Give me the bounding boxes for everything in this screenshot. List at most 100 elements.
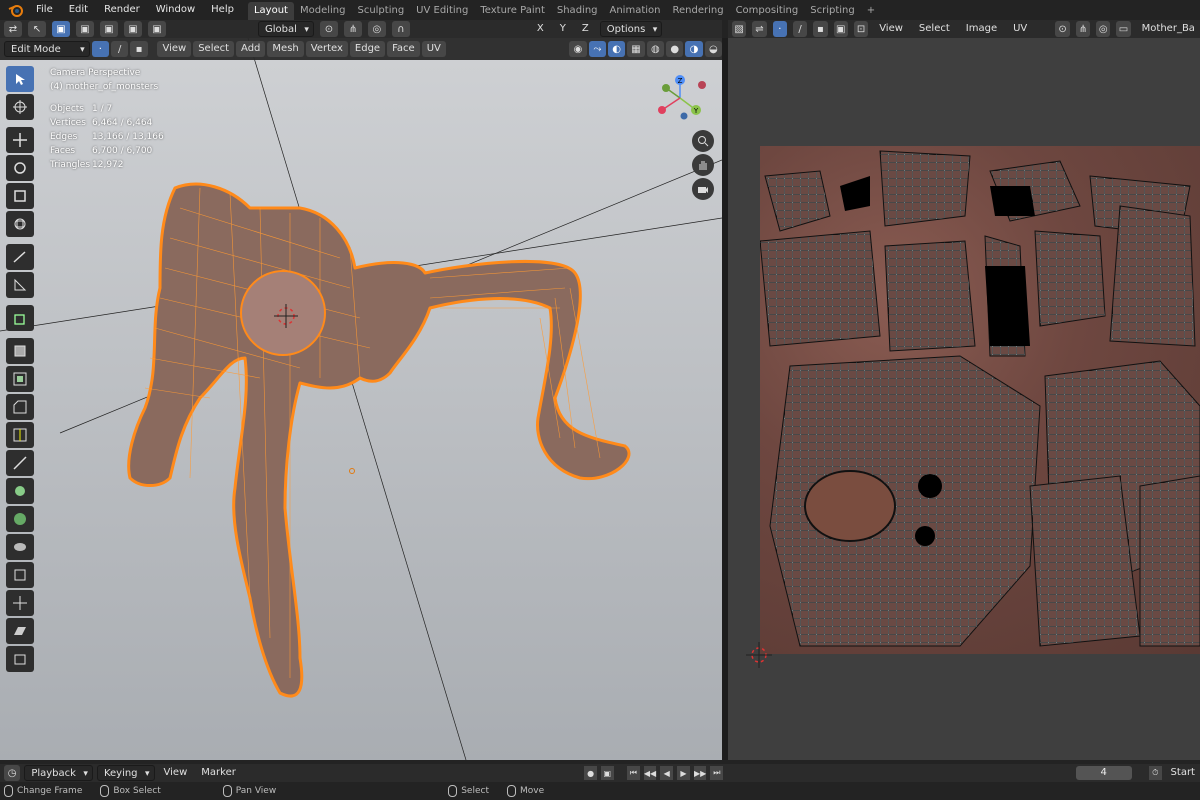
tab-rendering[interactable]: Rendering (666, 2, 729, 20)
uv-face-select-icon[interactable]: ▪ (813, 21, 828, 37)
uv-editor-type-icon[interactable]: ▧ (732, 21, 747, 37)
uv-image-name[interactable]: Mother_Ba (1137, 21, 1200, 37)
vertex-select-icon[interactable]: · (91, 41, 109, 57)
uv-snap-icon[interactable]: ⋔ (1075, 21, 1091, 37)
tab-sculpting[interactable]: Sculpting (351, 2, 410, 20)
tab-shading[interactable]: Shading (551, 2, 604, 20)
menu-edge[interactable]: Edge (349, 41, 386, 57)
add-workspace-button[interactable]: + (861, 2, 881, 20)
cursor-tool-icon[interactable] (6, 94, 34, 120)
jump-next-key-icon[interactable]: ▶▶ (693, 766, 707, 780)
smooth-tool-icon[interactable] (6, 534, 34, 560)
xray-icon[interactable]: ▦ (627, 41, 645, 57)
pivot-point-icon[interactable]: ⊙ (319, 21, 338, 37)
tab-layout[interactable]: Layout (247, 1, 294, 20)
select-box-tool-icon[interactable] (6, 66, 34, 92)
tab-compositing[interactable]: Compositing (730, 2, 805, 20)
transform-tool-icon[interactable] (6, 211, 34, 237)
inset-tool-icon[interactable] (6, 366, 34, 392)
rotate-tool-icon[interactable] (6, 155, 34, 181)
menu-window[interactable]: Window (148, 0, 203, 20)
add-cube-tool-icon[interactable] (6, 305, 34, 331)
uv-menu-image[interactable]: Image (961, 21, 1002, 37)
jump-start-icon[interactable]: ⏮ (627, 766, 640, 780)
select-mode-intersect-icon[interactable]: ▣ (148, 21, 166, 37)
uv-menu-view[interactable]: View (874, 21, 908, 37)
menu-view[interactable]: View (157, 41, 192, 57)
face-select-icon[interactable]: ▪ (130, 41, 148, 57)
bevel-tool-icon[interactable] (6, 394, 34, 420)
proportional-edit-icon[interactable]: ◎ (367, 21, 386, 37)
shading-material-icon[interactable]: ◑ (685, 41, 703, 57)
pan-hand-icon[interactable] (692, 154, 714, 176)
mode-dropdown[interactable]: Edit Mode (4, 41, 90, 58)
knife-tool-icon[interactable] (6, 450, 34, 476)
shading-rendered-icon[interactable]: ◒ (704, 41, 723, 57)
poly-build-tool-icon[interactable] (6, 478, 34, 504)
select-mode-subtract-icon[interactable]: ▣ (100, 21, 118, 37)
current-frame-field[interactable]: 4 (1075, 766, 1132, 780)
tab-uv-editing[interactable]: UV Editing (410, 2, 474, 20)
zoom-icon[interactable] (692, 130, 714, 152)
select-mode-invert-icon[interactable]: ▣ (124, 21, 142, 37)
edge-slide-tool-icon[interactable] (6, 562, 34, 588)
measure-tool-icon[interactable] (6, 272, 34, 298)
uv-pivot-icon[interactable]: ⊙ (1055, 21, 1070, 37)
overlay-icon[interactable]: ◐ (608, 41, 626, 57)
move-tool-icon[interactable] (6, 127, 34, 153)
play-icon[interactable]: ▶ (677, 766, 690, 780)
uv-menu-select[interactable]: Select (914, 21, 955, 37)
uv-edge-select-icon[interactable]: / (792, 21, 808, 37)
shrink-fatten-tool-icon[interactable] (6, 590, 34, 616)
extrude-tool-icon[interactable] (6, 338, 34, 364)
select-mode-new-icon[interactable]: ▣ (52, 21, 70, 37)
spin-tool-icon[interactable] (6, 506, 34, 532)
preview-range-icon[interactable]: ⏱ (1148, 766, 1162, 780)
rip-region-tool-icon[interactable] (6, 646, 34, 672)
uv-island-select-icon[interactable]: ▣ (833, 21, 848, 37)
navigation-gizmo[interactable]: Z Y (656, 74, 706, 120)
menu-mesh[interactable]: Mesh (267, 41, 304, 57)
menu-face[interactable]: Face (387, 41, 420, 57)
options-dropdown[interactable]: Options (599, 21, 663, 38)
menu-file[interactable]: File (28, 0, 61, 20)
shading-solid-icon[interactable]: ● (666, 41, 684, 57)
uv-proportional-icon[interactable]: ◎ (1096, 21, 1111, 37)
jump-end-icon[interactable]: ⏭ (710, 766, 724, 780)
uv-vertex-select-icon[interactable]: · (772, 21, 787, 37)
axis-z-toggle[interactable]: Z (577, 21, 594, 37)
timeline-menu-marker[interactable]: Marker (196, 765, 241, 781)
scale-tool-icon[interactable] (6, 183, 34, 209)
keying-dropdown[interactable]: Keying (96, 765, 155, 782)
auto-key-options-icon[interactable]: ▣ (600, 766, 614, 780)
menu-help[interactable]: Help (203, 0, 242, 20)
start-frame-label[interactable]: Start (1166, 765, 1200, 781)
jump-prev-key-icon[interactable]: ◀◀ (643, 766, 657, 780)
edge-select-icon[interactable]: / (110, 41, 129, 57)
timeline-editor-type-icon[interactable]: ◷ (4, 765, 21, 781)
editor-type-icon[interactable]: ⇄ (4, 21, 22, 37)
play-reverse-icon[interactable]: ◀ (660, 766, 674, 780)
visibility-icon[interactable]: ◉ (569, 41, 587, 57)
menu-select[interactable]: Select (193, 41, 235, 57)
tab-animation[interactable]: Animation (604, 2, 667, 20)
axis-x-toggle[interactable]: X (532, 21, 549, 37)
falloff-icon[interactable]: ∩ (391, 21, 410, 37)
tab-texture-paint[interactable]: Texture Paint (474, 2, 551, 20)
menu-add[interactable]: Add (236, 41, 266, 57)
uv-image-browse-icon[interactable]: ▭ (1116, 21, 1131, 37)
camera-view-icon[interactable] (692, 178, 714, 200)
gizmo-icon[interactable]: ⤳ (588, 41, 606, 57)
blender-logo-icon[interactable] (4, 0, 28, 20)
record-icon[interactable]: ● (584, 766, 597, 780)
menu-edit[interactable]: Edit (61, 0, 96, 20)
annotate-tool-icon[interactable] (6, 244, 34, 270)
uv-sticky-select-icon[interactable]: ⊡ (853, 21, 869, 37)
uv-menu-uv[interactable]: UV (1008, 21, 1032, 37)
shading-wireframe-icon[interactable]: ◍ (646, 41, 665, 57)
snap-icon[interactable]: ⋔ (343, 21, 362, 37)
tab-modeling[interactable]: Modeling (294, 2, 352, 20)
menu-vertex[interactable]: Vertex (305, 41, 348, 57)
axis-y-toggle[interactable]: Y (555, 21, 571, 37)
menu-render[interactable]: Render (96, 0, 148, 20)
